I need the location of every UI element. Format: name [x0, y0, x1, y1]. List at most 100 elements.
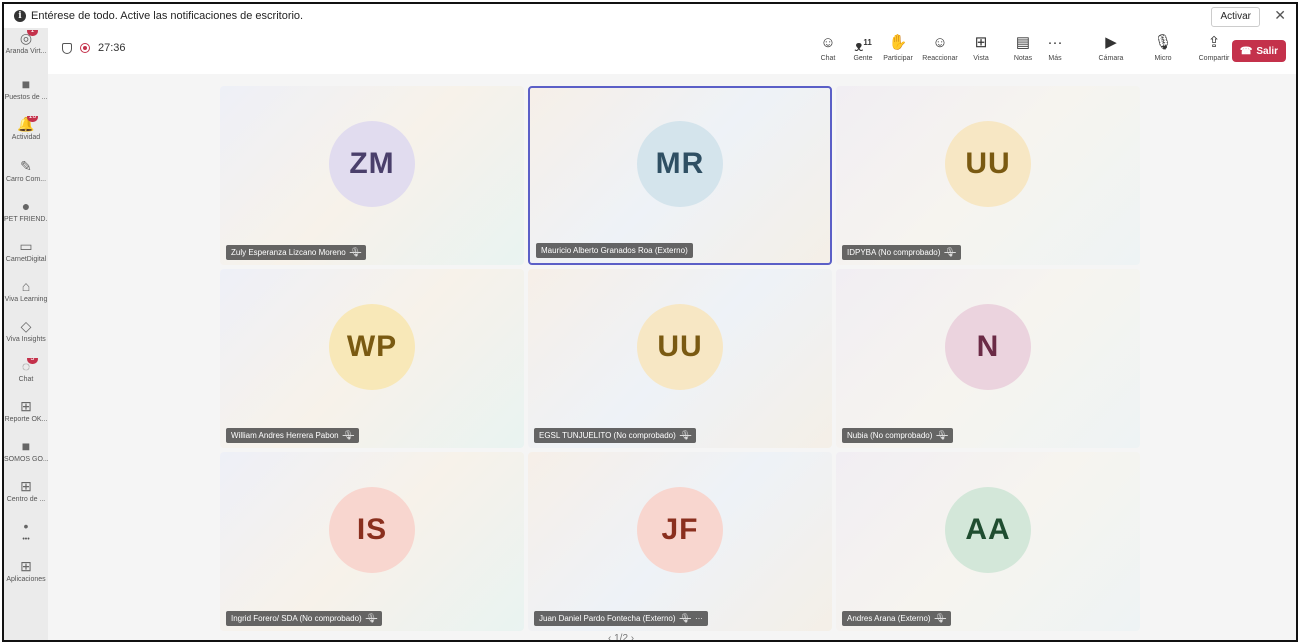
rail-glyph: ✎: [20, 158, 32, 174]
mic-muted-icon: 🎙: [349, 247, 362, 257]
rail-glyph: ⊞: [20, 398, 32, 414]
teams-window: i Entérese de todo. Active las notificac…: [2, 2, 1298, 642]
rail-label: Viva Insights: [6, 336, 46, 343]
video-gallery: ‹ 1/2 › ZM Zuly Esperanza Lizcano Moreno 🎙…: [48, 74, 1296, 640]
rail-label: Reporte OK...: [4, 416, 48, 423]
rail-glyph: ●: [21, 198, 31, 214]
participant-count: 11: [863, 38, 872, 47]
toolbar-glyph: ⇪: [1207, 34, 1221, 51]
rail-label: Aplicaciones: [6, 576, 46, 583]
participant-name-bar: Zuly Esperanza Lizcano Moreno 🎙: [226, 245, 367, 260]
rail-item[interactable]: ⊞ Reporte OK...: [4, 398, 48, 423]
app-icon: ■: [16, 76, 36, 92]
toolbar-label: Chat: [820, 55, 836, 62]
apps-icon: ⊞: [16, 478, 36, 494]
toolbar-button-más[interactable]: ··· Más: [1035, 34, 1075, 62]
avatar: AA: [945, 486, 1031, 573]
toolbar-button-reaccionar[interactable]: ☺ Reaccionar: [920, 34, 960, 62]
rail-item[interactable]: ◌ 3 Chat: [4, 358, 48, 383]
rail-item[interactable]: ▭ CarnetDigital: [4, 238, 48, 263]
diamond-icon: ◇: [16, 318, 36, 334]
rail-glyph: ⊞: [20, 478, 32, 494]
chat-icon: ◌ 3: [16, 358, 38, 374]
toolbar-button-compartir[interactable]: ⇪ Compartir: [1194, 34, 1234, 62]
toolbar-button-gente[interactable]: ᴥ11 Gente: [843, 34, 883, 62]
app-icon: ●: [16, 198, 36, 214]
rail-item[interactable]: ✎ Carro Com...: [4, 158, 48, 183]
toolbar-button-cámara[interactable]: ▶ Cámara: [1091, 34, 1131, 62]
participant-tile[interactable]: UU EGSL TUNJUELITO (No comprobado) 🎙: [528, 269, 832, 448]
rail-item[interactable]: ⌂ Viva Learning: [4, 278, 48, 303]
rail-item[interactable]: ● PET FRIEND...: [4, 198, 48, 223]
avatar: MR: [637, 121, 723, 207]
rail-label: Chat: [18, 376, 34, 383]
toolbar-glyph: ▶: [1105, 34, 1117, 51]
more-icon: ···: [1035, 34, 1075, 52]
participant-name-bar: Andres Arana (Externo) 🎙: [842, 611, 952, 626]
leave-button[interactable]: ☎ Salir: [1232, 40, 1286, 62]
rail-glyph: ◇: [20, 318, 32, 334]
hand-icon: ✋: [878, 34, 918, 52]
toolbar-button-vista[interactable]: ⊞ Vista: [961, 34, 1001, 62]
rail-label: Aranda Virt...: [5, 48, 47, 55]
mic-off-icon: 🎙: [1143, 34, 1183, 52]
participant-tile[interactable]: JF Juan Daniel Pardo Fontecha (Externo) 🎙 ·…: [528, 452, 832, 631]
participant-tile[interactable]: IS Ingrid Forero/ SDA (No comprobado) 🎙: [220, 452, 524, 631]
rail-item[interactable]: ◇ Viva Insights: [4, 318, 48, 343]
rail-glyph: ▭: [19, 238, 33, 254]
toolbar-label: Compartir: [1198, 55, 1230, 62]
card-icon: ▭: [16, 238, 36, 254]
activate-button[interactable]: Activar: [1211, 7, 1260, 27]
toolbar-button-participar[interactable]: ✋ Participar: [878, 34, 918, 62]
toolbar-label: Reaccionar: [922, 55, 958, 62]
toolbar-glyph: ✋: [888, 34, 908, 51]
more-icon: •: [16, 518, 36, 534]
info-icon: i: [14, 10, 26, 22]
recording-icon: [80, 43, 90, 53]
meeting-toolbar: 27:36 ☎ Salir ☺ Chat ᴥ11 Gente ✋ Participar ☺ R…: [48, 28, 1296, 74]
rail-item[interactable]: • •••: [4, 518, 48, 543]
avatar: WP: [329, 303, 415, 390]
mic-muted-icon: 🎙: [342, 430, 355, 440]
toolbar-label: Cámara: [1098, 55, 1124, 62]
participant-tile[interactable]: AA Andres Arana (Externo) 🎙: [836, 452, 1140, 631]
camera-off-icon: ▶: [1091, 34, 1131, 52]
avatar: UU: [637, 303, 723, 390]
participant-tile[interactable]: N Nubia (No comprobado) 🎙: [836, 269, 1140, 448]
participant-name: EGSL TUNJUELITO (No comprobado): [539, 431, 676, 440]
toolbar-button-chat[interactable]: ☺ Chat: [808, 34, 848, 62]
rail-item[interactable]: ■ Puestos de ...: [4, 76, 48, 101]
avatar: N: [945, 303, 1031, 390]
participant-tile[interactable]: UU IDPYBA (No comprobado) 🎙: [836, 86, 1140, 265]
rail-label: Centro de ...: [6, 496, 46, 503]
participant-tile[interactable]: WP William Andres Herrera Pabon 🎙: [220, 269, 524, 448]
rail-item[interactable]: 🔔 10 Actividad: [4, 116, 48, 141]
participant-name: Nubia (No comprobado): [847, 431, 933, 440]
participant-name: Andres Arana (Externo): [847, 614, 931, 623]
close-icon[interactable]: ✕: [1274, 7, 1286, 24]
pagination[interactable]: ‹ 1/2 ›: [608, 633, 634, 640]
participant-name: Ingrid Forero/ SDA (No comprobado): [231, 614, 362, 623]
toolbar-button-micro[interactable]: 🎙 Micro: [1143, 34, 1183, 62]
notification-text: Entérese de todo. Active las notificacio…: [31, 10, 304, 22]
mic-muted-icon: 🎙: [944, 247, 956, 257]
toolbar-glyph: ···: [1047, 34, 1063, 51]
mic-muted-icon: 🎙: [934, 613, 947, 623]
rail-item[interactable]: ◎ 1 Aranda Virt...: [4, 30, 48, 55]
timer-text: 27:36: [98, 42, 126, 54]
rail-item[interactable]: ⊞ Aplicaciones: [4, 558, 48, 583]
share-icon: ⇪: [1194, 34, 1234, 52]
rail-label: SOMOS GO...: [4, 456, 48, 463]
participant-tile[interactable]: MR Mauricio Alberto Granados Roa (Externo…: [528, 86, 832, 265]
participant-tile[interactable]: ZM Zuly Esperanza Lizcano Moreno 🎙: [220, 86, 524, 265]
more-options-icon[interactable]: ···: [695, 611, 703, 626]
apps-icon: ⊞: [16, 398, 36, 414]
toolbar-glyph: ᴥ: [854, 38, 864, 55]
rail-item[interactable]: ■ SOMOS GO...: [4, 438, 48, 463]
toolbar-label: Vista: [973, 55, 989, 62]
app-icon: ◎ 1: [16, 30, 38, 46]
rail-item[interactable]: ⊞ Centro de ...: [4, 478, 48, 503]
toolbar-glyph: ⊞: [974, 34, 988, 51]
participant-name: Zuly Esperanza Lizcano Moreno: [231, 248, 346, 257]
toolbar-glyph: ☺: [932, 34, 948, 51]
